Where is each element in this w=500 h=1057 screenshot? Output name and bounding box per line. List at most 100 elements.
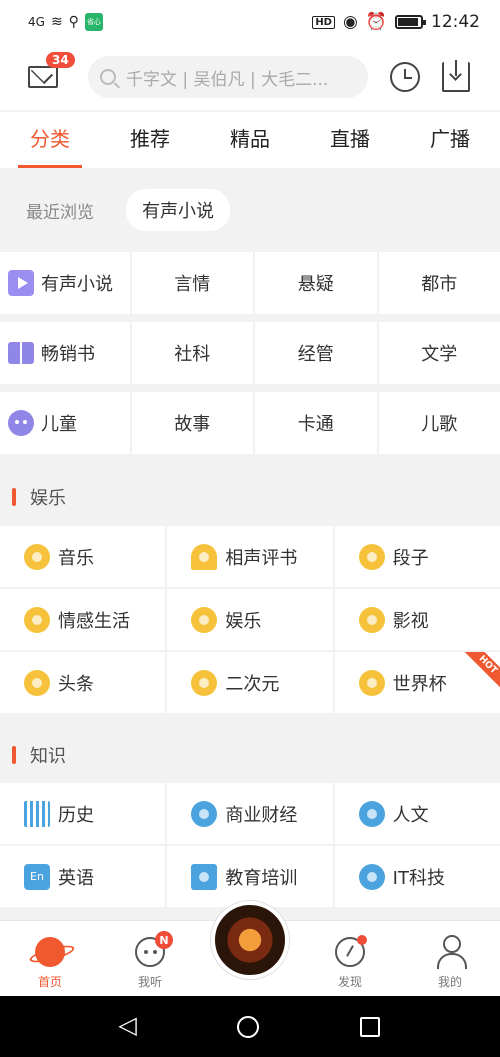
- brush-icon: [358, 800, 385, 827]
- english-icon: En: [24, 863, 50, 890]
- entertainment-grid: 音乐 相声评书 段子 情感生活 娱乐 影视 头条 二次元 世界杯 HOT: [0, 526, 500, 715]
- nav-listen[interactable]: N 我听: [100, 921, 200, 996]
- nav-discover[interactable]: 发现: [300, 921, 400, 996]
- fan-icon: [191, 543, 218, 570]
- hd-icon: HD: [312, 15, 335, 29]
- search-input[interactable]: 千字文 | 吴伯凡 | 大毛二...: [88, 56, 368, 98]
- section-item-label: 二次元: [225, 673, 280, 695]
- section-item[interactable]: 商业财经: [167, 783, 333, 844]
- tab-premium[interactable]: 精品: [200, 112, 300, 168]
- category-cell[interactable]: 悬疑: [255, 252, 377, 314]
- atom-icon: [358, 863, 385, 890]
- eye-icon: ◉: [342, 12, 358, 32]
- nav-label: 我听: [137, 975, 162, 989]
- mail-icon[interactable]: 34: [28, 52, 75, 88]
- section-item[interactable]: IT科技: [334, 846, 500, 907]
- headphone-face-icon: N: [135, 931, 173, 967]
- section-title: 知识: [30, 746, 66, 767]
- category-cell[interactable]: 卡通: [255, 392, 377, 454]
- section-item[interactable]: 二次元: [167, 652, 333, 713]
- status-left: 4G ≋ ⚲ 省心: [28, 13, 103, 31]
- section-item[interactable]: 段子: [334, 526, 500, 587]
- status-time: 12:42: [431, 12, 480, 32]
- download-icon[interactable]: [442, 60, 470, 92]
- back-icon[interactable]: [118, 1011, 136, 1039]
- smile-icon: [358, 543, 385, 570]
- location-icon: ⚲: [68, 14, 79, 30]
- mail-count-badge: 34: [46, 52, 75, 68]
- section-item-label: 相声评书: [225, 547, 298, 569]
- section-item[interactable]: 娱乐: [167, 589, 333, 650]
- section-item-label: 教育培训: [225, 867, 298, 889]
- section-item[interactable]: 头条: [0, 652, 166, 713]
- category-cell[interactable]: 都市: [378, 252, 500, 314]
- home-icon[interactable]: [236, 1015, 259, 1038]
- category-cell[interactable]: 社科: [131, 322, 253, 384]
- section-item-label: 情感生活: [58, 610, 130, 632]
- section-item[interactable]: 相声评书: [167, 526, 333, 587]
- category-label: 有声小说: [41, 274, 113, 295]
- category-cell[interactable]: 儿童: [0, 392, 130, 454]
- section-accent-bar: [12, 488, 16, 506]
- section-item[interactable]: 人文: [334, 783, 500, 844]
- player-disc-icon[interactable]: [211, 901, 289, 979]
- section-title-knowledge: 知识: [0, 730, 500, 780]
- recent-label: 最近浏览: [26, 202, 94, 223]
- top-header: 34 千字文 | 吴伯凡 | 大毛二...: [0, 44, 500, 110]
- section-item[interactable]: 世界杯 HOT: [334, 652, 500, 713]
- section-item-label: 娱乐: [225, 610, 262, 632]
- section-item[interactable]: 音乐: [0, 526, 166, 587]
- section-item[interactable]: 影视: [334, 589, 500, 650]
- nav-home[interactable]: 首页: [0, 921, 100, 996]
- section-item[interactable]: 情感生活: [0, 589, 166, 650]
- history-clock-icon[interactable]: [390, 62, 420, 92]
- nav-mine[interactable]: 我的: [400, 921, 500, 996]
- new-badge: N: [155, 931, 173, 949]
- wifi-icon: ≋: [50, 14, 63, 30]
- section-item-label: 商业财经: [225, 804, 298, 826]
- section-item-label: 英语: [58, 867, 94, 889]
- category-cell[interactable]: 畅销书: [0, 322, 130, 384]
- category-cell[interactable]: 儿歌: [378, 392, 500, 454]
- main-tabs: 分类 推荐 精品 直播 广播: [0, 112, 500, 168]
- search-icon: [100, 69, 116, 85]
- music-icon: [24, 543, 50, 570]
- nav-label: 首页: [37, 975, 62, 989]
- section-item-label: 影视: [392, 610, 429, 632]
- status-right: HD ◉ ⏰ 12:42: [312, 12, 480, 32]
- section-row: 头条 二次元 世界杯 HOT: [0, 652, 500, 713]
- planet-icon: [35, 937, 65, 967]
- hot-badge: HOT: [457, 652, 500, 695]
- compass-icon: [335, 935, 367, 967]
- category-grid: 有声小说 言情 悬疑 都市 畅销书 社科 经管 文学 儿童 故事 卡通 儿歌: [0, 252, 500, 462]
- nav-label: 发现: [337, 975, 362, 989]
- education-book-icon: [191, 863, 218, 890]
- tab-live[interactable]: 直播: [300, 112, 400, 168]
- category-cell[interactable]: 故事: [131, 392, 253, 454]
- heart-icon: [24, 606, 50, 633]
- section-title: 娱乐: [30, 488, 66, 509]
- category-cell[interactable]: 有声小说: [0, 252, 130, 314]
- section-row: En 英语 教育培训 IT科技: [0, 846, 500, 907]
- category-cell[interactable]: 言情: [131, 252, 253, 314]
- pacman-icon: [191, 669, 218, 696]
- tab-category[interactable]: 分类: [0, 112, 100, 168]
- section-item[interactable]: En 英语: [0, 846, 166, 907]
- system-nav-bar: [0, 996, 500, 1057]
- section-item[interactable]: 教育培训: [167, 846, 333, 907]
- section-item-label: 世界杯: [392, 673, 447, 695]
- recent-apps-icon[interactable]: [359, 1016, 380, 1037]
- recent-chip[interactable]: 有声小说: [126, 189, 230, 231]
- category-cell[interactable]: 文学: [378, 322, 500, 384]
- nav-player[interactable]: [200, 901, 300, 996]
- film-reel-icon: [358, 606, 385, 633]
- tab-recommend[interactable]: 推荐: [100, 112, 200, 168]
- history-columns-icon: [24, 800, 50, 827]
- status-bar: 4G ≋ ⚲ 省心 HD ◉ ⏰ 12:42: [0, 0, 500, 44]
- section-item-label: 头条: [58, 673, 94, 695]
- category-cell[interactable]: 经管: [255, 322, 377, 384]
- tab-radio[interactable]: 广播: [400, 112, 500, 168]
- section-item[interactable]: 历史: [0, 783, 166, 844]
- section-item-label: IT科技: [392, 867, 445, 889]
- alarm-icon: ⏰: [365, 12, 387, 32]
